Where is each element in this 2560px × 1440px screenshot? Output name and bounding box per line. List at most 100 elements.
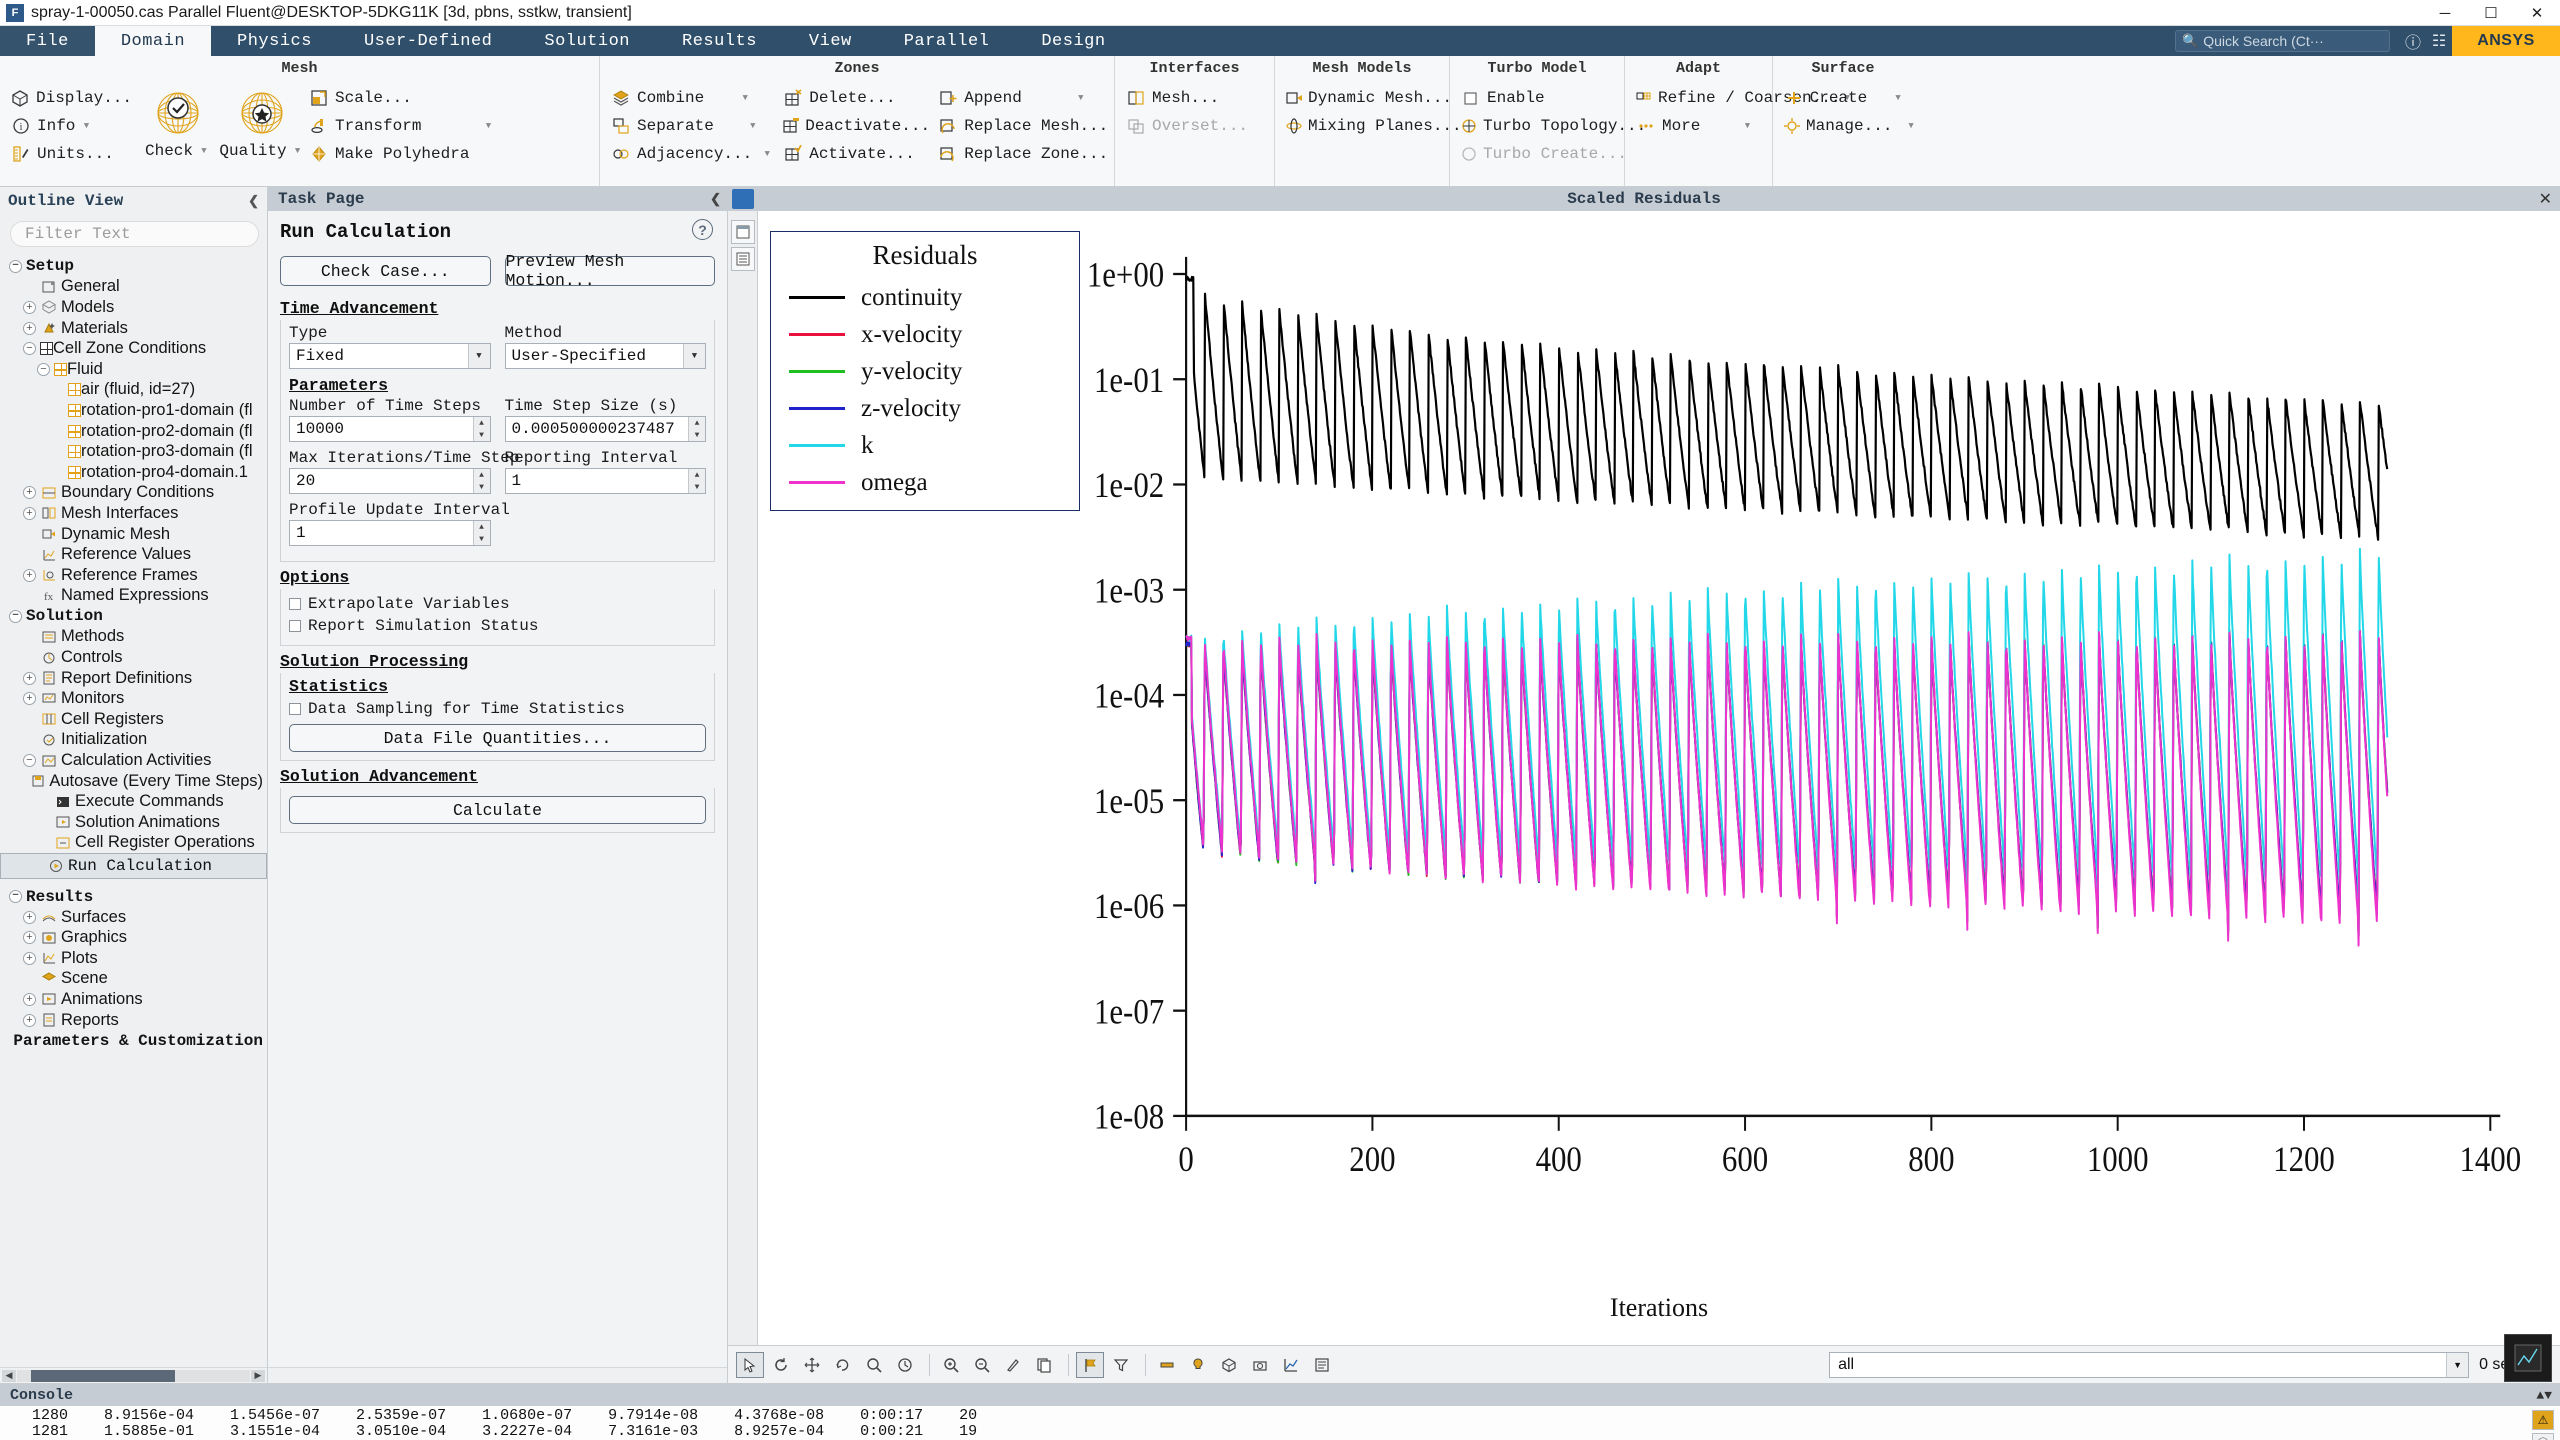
help-icon[interactable]: ⓘ — [2400, 29, 2426, 53]
ribbon-tab-user-defined[interactable]: User-Defined — [338, 26, 518, 56]
chevron-down-icon[interactable]: ▼ — [1740, 121, 1754, 131]
chevron-down-icon[interactable]: ▼ — [1891, 93, 1905, 103]
stepper-icon[interactable]: ▲▼ — [688, 469, 705, 493]
chevron-down-icon[interactable]: ▼ — [738, 93, 752, 103]
selection-dropdown[interactable]: all ▼ — [1829, 1352, 2469, 1378]
chevron-down-icon[interactable]: ▼ — [760, 149, 774, 159]
tree-item-parameters-customization[interactable]: Parameters & Customization — [0, 1030, 267, 1051]
chevron-down-icon[interactable]: ▼ — [746, 121, 760, 131]
tree-item-cell-register-operations[interactable]: Cell Register Operations — [0, 833, 267, 854]
tree-toggle[interactable]: + — [22, 671, 37, 686]
ribbon-tab-solution[interactable]: Solution — [518, 26, 656, 56]
tree-item-calculation-activities[interactable]: −Calculation Activities — [0, 750, 267, 771]
tree-toggle[interactable]: + — [22, 485, 37, 500]
ribbon-item-info[interactable]: i Info ▼ — [6, 112, 136, 140]
ribbon-item-check[interactable]: Check ▼ — [136, 84, 220, 160]
check-case-button[interactable]: Check Case... — [280, 256, 491, 286]
panel-icon[interactable] — [731, 220, 755, 244]
tree-item-methods[interactable]: Methods — [0, 627, 267, 648]
console-collapse-icon[interactable]: ▲▼ — [2536, 1388, 2552, 1403]
ribbon-item-combine[interactable]: Combine ▼ — [606, 84, 778, 112]
scroll-left-button[interactable]: ◀ — [2, 1370, 16, 1382]
tree-toggle[interactable]: + — [22, 910, 37, 925]
tree-item-run-calculation[interactable]: Run Calculation — [0, 853, 267, 879]
tree-item-graphics[interactable]: +Graphics — [0, 927, 267, 948]
task-page-scroll[interactable] — [268, 1367, 727, 1383]
extrapolate-variables-row[interactable]: Extrapolate Variables — [289, 593, 706, 615]
tree-item-reports[interactable]: +Reports — [0, 1010, 267, 1031]
tree-item-report-definitions[interactable]: +Report Definitions — [0, 668, 267, 689]
ribbon-item-replace-zone[interactable]: Replace Zone... — [933, 140, 1112, 168]
tree-toggle[interactable]: + — [22, 321, 37, 336]
ribbon-item-interface-mesh[interactable]: Mesh... — [1121, 84, 1268, 112]
tree-item-cell-zone-conditions[interactable]: −Cell Zone Conditions — [0, 338, 267, 359]
tree-toggle[interactable]: + — [22, 300, 37, 315]
ribbon-item-units[interactable]: Units... — [6, 140, 136, 168]
chevron-down-icon[interactable]: ▼ — [1908, 121, 1913, 131]
calculate-button[interactable]: Calculate — [289, 796, 706, 824]
tree-item-initialization[interactable]: Initialization — [0, 730, 267, 751]
pan-tool[interactable] — [798, 1352, 826, 1378]
ribbon-item-deactivate[interactable]: Deactivate... — [778, 112, 933, 140]
stepper-icon[interactable]: ▲▼ — [688, 417, 705, 441]
floating-thumbnail[interactable] — [2504, 1334, 2552, 1382]
tree-item-monitors[interactable]: +Monitors — [0, 688, 267, 709]
tree-item-air-fluid-id-27[interactable]: air (fluid, id=27) — [0, 380, 267, 401]
tree-toggle[interactable]: + — [22, 568, 37, 583]
chevron-left-icon[interactable]: ❮ — [710, 192, 721, 207]
stepper-icon[interactable]: ▲▼ — [473, 469, 490, 493]
outline-hscrollbar[interactable]: ◀ ▶ — [0, 1367, 267, 1383]
data-file-quantities-button[interactable]: Data File Quantities... — [289, 724, 706, 752]
tree-toggle[interactable]: − — [8, 259, 23, 274]
ribbon-item-replace-mesh[interactable]: Replace Mesh... — [933, 112, 1112, 140]
tree-item-boundary-conditions[interactable]: +Boundary Conditions — [0, 483, 267, 504]
stepper-icon[interactable]: ▲▼ — [473, 417, 490, 441]
rotate-tool[interactable] — [829, 1352, 857, 1378]
report-simulation-status-checkbox[interactable] — [289, 620, 301, 632]
scroll-right-button[interactable]: ▶ — [251, 1370, 265, 1382]
clock-tool[interactable] — [891, 1352, 919, 1378]
ribbon-item-dynamic-mesh[interactable]: Dynamic Mesh... — [1281, 84, 1446, 112]
help-button[interactable]: ? — [692, 219, 713, 240]
tree-item-named-expressions[interactable]: fxNamed Expressions — [0, 586, 267, 607]
ribbon-item-quality[interactable]: Quality ▼ — [220, 84, 304, 160]
type-select[interactable]: Fixed ▼ — [289, 343, 491, 369]
chevron-down-icon[interactable]: ▼ — [197, 146, 211, 156]
console-warning-icon[interactable]: ⚠ — [2532, 1410, 2554, 1430]
funnel-tool[interactable] — [1107, 1352, 1135, 1378]
tree-toggle[interactable]: − — [8, 889, 23, 904]
light-tool[interactable] — [1184, 1352, 1212, 1378]
profile-update-input[interactable]: 1 ▲▼ — [289, 520, 491, 546]
ribbon-item-refine-coarsen[interactable]: Refine / Coarsen... ▼ — [1631, 84, 1769, 112]
ribbon-item-separate[interactable]: Separate ▼ — [606, 112, 778, 140]
tree-item-fluid[interactable]: −Fluid — [0, 359, 267, 380]
method-select[interactable]: User-Specified ▼ — [505, 343, 707, 369]
ribbon-item-mixing-planes[interactable]: Mixing Planes... — [1281, 112, 1446, 140]
data-sampling-checkbox[interactable] — [289, 703, 301, 715]
ribbon-item-display[interactable]: Display... — [6, 84, 136, 112]
tree-item-controls[interactable]: Controls — [0, 647, 267, 668]
ribbon-tab-view[interactable]: View — [783, 26, 878, 56]
tree-item-solution-animations[interactable]: Solution Animations — [0, 812, 267, 833]
tree-item-general[interactable]: General — [0, 277, 267, 298]
data-sampling-row[interactable]: Data Sampling for Time Statistics — [289, 698, 706, 720]
tree-item-models[interactable]: +Models — [0, 297, 267, 318]
maximize-button[interactable]: ☐ — [2468, 0, 2514, 26]
tree-item-scene[interactable]: Scene — [0, 969, 267, 990]
box-tool[interactable] — [1215, 1352, 1243, 1378]
tree-item-mesh-interfaces[interactable]: +Mesh Interfaces — [0, 503, 267, 524]
tree-item-autosave-every-time-steps[interactable]: Autosave (Every Time Steps) — [0, 771, 267, 792]
scroll-thumb[interactable] — [31, 1370, 175, 1382]
zoom-fit-tool[interactable] — [860, 1352, 888, 1378]
tree-item-reference-frames[interactable]: +Reference Frames — [0, 565, 267, 586]
tree-toggle[interactable]: − — [8, 609, 23, 624]
ribbon-tab-parallel[interactable]: Parallel — [878, 26, 1016, 56]
tree-toggle[interactable]: − — [22, 341, 37, 356]
ruler-tool[interactable] — [1153, 1352, 1181, 1378]
tree-toggle[interactable]: + — [22, 691, 37, 706]
chevron-down-icon[interactable]: ▼ — [291, 146, 305, 156]
copy-tool[interactable] — [1030, 1352, 1058, 1378]
max-iterations-input[interactable]: 20 ▲▼ — [289, 468, 491, 494]
zoom-out-tool[interactable] — [968, 1352, 996, 1378]
ribbon-tab-physics[interactable]: Physics — [211, 26, 338, 56]
